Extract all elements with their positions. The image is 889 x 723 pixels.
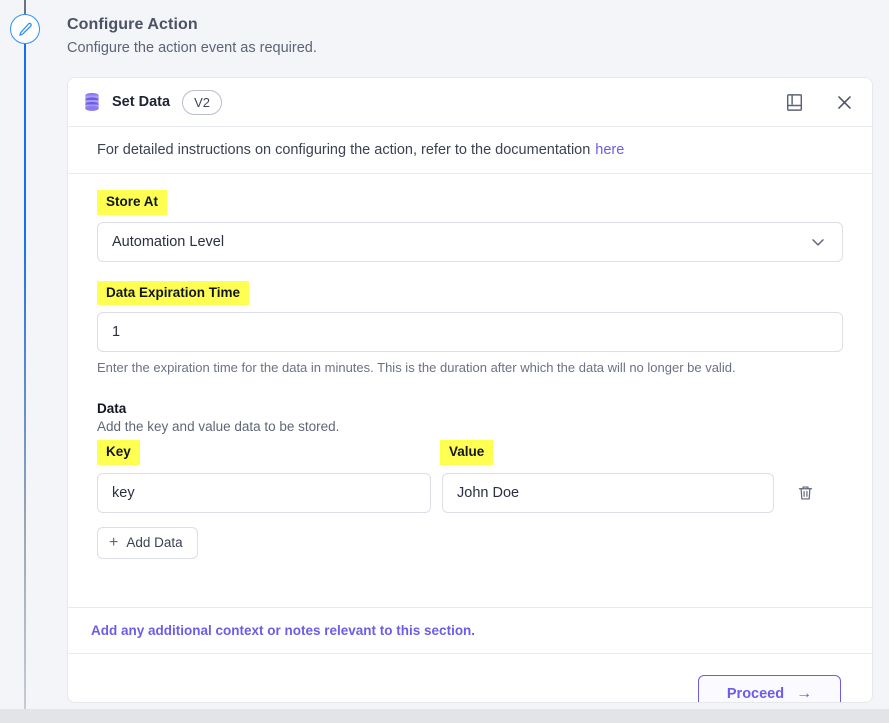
page-header: Configure Action Configure the action ev… [67, 16, 767, 56]
proceed-button[interactable]: Proceed → [698, 674, 841, 702]
expiration-value: 1 [112, 324, 121, 340]
key-column-header: Key [97, 440, 140, 465]
plus-icon: + [109, 533, 119, 551]
book-icon [786, 93, 802, 111]
notes-placeholder[interactable]: Add any additional context or notes rele… [68, 607, 872, 653]
store-at-select[interactable]: Automation Level [97, 221, 843, 262]
data-section-subtitle: Add the key and value data to be stored. [97, 419, 340, 434]
value-input-value: John Doe [457, 484, 520, 501]
arrow-right-icon: → [796, 684, 813, 702]
version-badge: V2 [182, 89, 223, 115]
store-at-value: Automation Level [112, 233, 225, 250]
store-at-label: Store At [97, 190, 168, 215]
card-body: Store At Automation Level Data Expiratio… [68, 174, 872, 607]
card-header: Set Data V2 [68, 78, 872, 127]
pencil-icon [18, 22, 32, 36]
expiration-label-row: Data Expiration Time [97, 280, 843, 305]
expiration-helper-text: Enter the expiration time for the data i… [97, 360, 736, 375]
close-button[interactable] [832, 90, 856, 114]
expiration-input[interactable]: 1 [97, 312, 843, 352]
key-input-value: key [112, 484, 135, 501]
add-data-label: Add Data [126, 535, 183, 550]
timeline-step-node[interactable] [10, 14, 40, 44]
value-input[interactable]: John Doe [442, 472, 774, 513]
close-icon [837, 95, 851, 109]
action-config-card: Set Data V2 For detailed instructions on… [67, 77, 873, 703]
expiration-label: Data Expiration Time [97, 280, 250, 305]
rail-line-below [24, 44, 26, 709]
page-title: Configure Action [67, 16, 198, 33]
value-column-header: Value [440, 440, 494, 465]
value-column-header-cell: Value [440, 440, 494, 465]
documentation-link[interactable]: here [595, 142, 624, 158]
data-table-header: Key Value [97, 440, 843, 465]
page-subtitle: Configure the action event as required. [67, 40, 317, 56]
trash-icon [798, 485, 812, 500]
data-section-title: Data [97, 401, 127, 416]
notes-panel-icon[interactable] [782, 90, 806, 114]
delete-row-button[interactable] [794, 482, 816, 504]
card-footer: Proceed → [68, 653, 872, 702]
proceed-label: Proceed [726, 685, 785, 702]
value-input-cell: John Doe [442, 472, 774, 513]
key-input-cell: key [97, 472, 431, 513]
app-screen: Configure Action Configure the action ev… [0, 0, 889, 723]
card-title: Set Data [112, 94, 171, 110]
timeline-rail [0, 0, 50, 723]
documentation-note-text: For detailed instructions on configuring… [97, 142, 591, 158]
table-row: key John Doe [97, 472, 843, 513]
add-data-button[interactable]: + Add Data [97, 526, 198, 559]
chevron-down-icon [812, 238, 824, 246]
store-at-label-row: Store At [97, 190, 843, 215]
database-icon [85, 92, 99, 111]
documentation-note: For detailed instructions on configuring… [68, 127, 872, 174]
horizontal-scrollbar[interactable] [0, 709, 889, 723]
key-input[interactable]: key [97, 472, 431, 513]
key-column-header-cell: Key [97, 440, 440, 465]
